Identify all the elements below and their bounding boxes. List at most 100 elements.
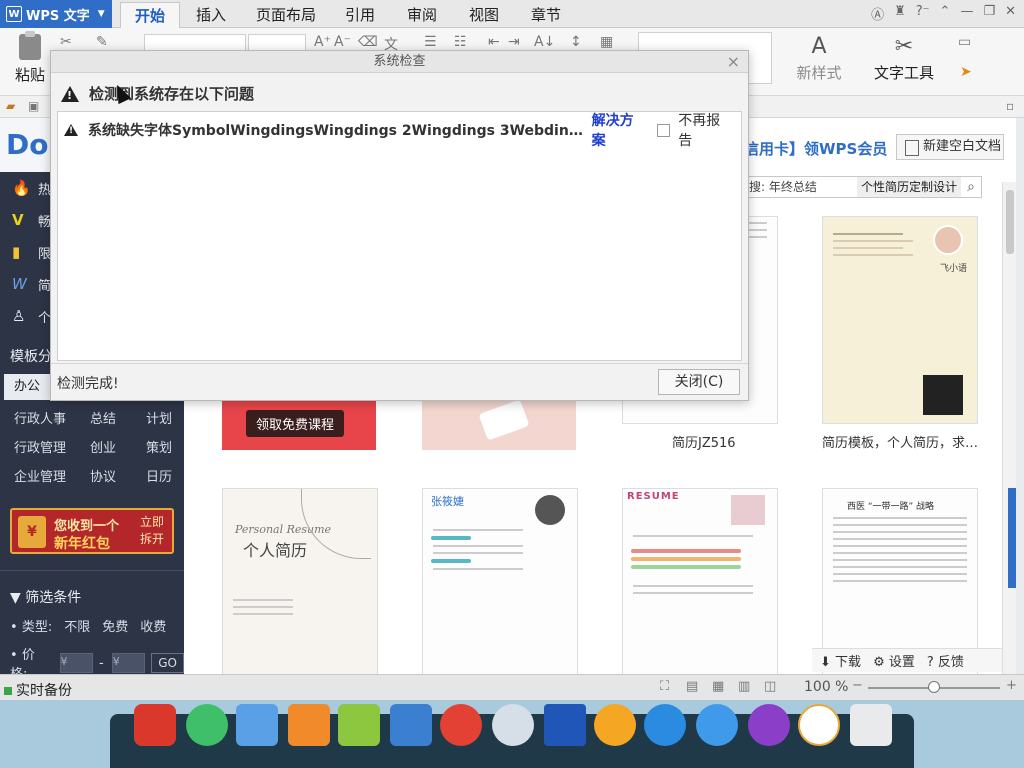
zoom-slider-knob[interactable] — [928, 681, 940, 693]
template-caption[interactable]: 简历JZ516 — [672, 432, 832, 451]
template-card-personal-resume[interactable]: Personal Resume 个人简历 — [222, 488, 378, 678]
download-button[interactable]: ⬇ 下载 — [820, 651, 861, 670]
text-tools-button[interactable]: ✂ 文字工具 — [866, 34, 942, 83]
collapse-ribbon-icon[interactable]: ⌃ — [940, 4, 951, 23]
select-pointer-icon[interactable]: ➤ — [960, 64, 972, 80]
quick-close-icon[interactable]: ▫ — [1006, 99, 1014, 113]
category-link[interactable]: 总结 — [90, 408, 146, 427]
paste-button[interactable]: 粘贴 — [8, 31, 52, 85]
template-search-input[interactable]: 搜: 年终总结 个性简历定制设计 — [744, 176, 982, 198]
reading-view-icon[interactable]: ◫ — [764, 679, 776, 694]
line-spacing-icon[interactable]: ↕ — [570, 34, 582, 50]
promo-card[interactable]: 领取免费课程 — [222, 400, 376, 450]
globe-icon[interactable] — [644, 704, 686, 746]
price-to-input[interactable]: ¥ — [111, 653, 146, 673]
feedback-button[interactable]: ? 反馈 — [927, 651, 964, 670]
cut-icon[interactable]: ✂ — [60, 34, 72, 50]
template-card-resume-photo[interactable]: 飞小语 — [822, 216, 978, 424]
template-caption[interactable]: 简历模板，个人简历，求职… — [822, 432, 982, 451]
tab-references[interactable]: 引用 — [336, 2, 384, 28]
shrink-font-icon[interactable]: A⁻ — [334, 34, 351, 50]
web-view-icon[interactable]: ▥ — [738, 679, 750, 694]
v-icon: V — [12, 211, 24, 229]
video-player-icon[interactable] — [390, 704, 432, 746]
price-from-input[interactable]: ¥ — [59, 653, 94, 673]
go-button[interactable]: GO — [151, 653, 184, 673]
clear-format-icon[interactable]: ⌫ — [358, 34, 378, 50]
tab-page-layout[interactable]: 页面布局 — [250, 2, 322, 28]
scrollbar-thumb[interactable] — [1006, 190, 1014, 254]
zoom-out-icon[interactable]: − — [852, 678, 863, 693]
bullet-list-icon[interactable]: ☰ — [424, 34, 437, 50]
new-blank-doc-button[interactable]: 新建空白文档 — [896, 134, 1004, 160]
close-icon[interactable]: × — [727, 51, 740, 73]
open-folder-icon[interactable]: ▰ — [6, 99, 15, 113]
solution-link[interactable]: 解决方案 — [592, 110, 648, 150]
restore-icon[interactable]: ❐ — [983, 4, 995, 23]
fullscreen-icon[interactable]: ⛶ — [660, 679, 669, 694]
rocket-launcher-icon[interactable] — [134, 704, 176, 746]
vip-promo-link[interactable]: 信用卡】领WPS会员 — [744, 138, 887, 159]
search-icon[interactable]: ⌕ — [960, 176, 982, 198]
gallery-scrollbar[interactable] — [1002, 182, 1016, 674]
red-envelope-banner[interactable]: ¥ 您收到一个 新年红包 立即 拆开 — [10, 508, 174, 554]
zoom-in-icon[interactable]: + — [1006, 678, 1017, 693]
tab-insert[interactable]: 插入 — [186, 2, 236, 28]
find-replace-icon[interactable]: ▭ — [958, 34, 971, 50]
close-window-icon[interactable]: ✕ — [1005, 4, 1016, 23]
indent-icon[interactable]: ⇥ — [508, 34, 520, 50]
taskbar-app-icon[interactable] — [186, 704, 228, 746]
clock-icon[interactable] — [798, 704, 840, 746]
outdent-icon[interactable]: ⇤ — [488, 34, 500, 50]
file-manager-icon[interactable] — [236, 704, 278, 746]
side-panel-handle[interactable] — [1008, 488, 1016, 588]
tab-view[interactable]: 视图 — [460, 2, 508, 28]
realtime-backup-toggle[interactable]: 实时备份 — [4, 680, 72, 700]
tab-start[interactable]: 开始 — [120, 2, 180, 28]
app-menu-button[interactable]: W WPS 文字 ▼ — [0, 0, 112, 28]
music-player-icon[interactable] — [338, 704, 380, 746]
type-option-paid[interactable]: 收费 — [140, 616, 166, 635]
app-store-icon[interactable] — [288, 704, 330, 746]
free-course-button[interactable]: 领取免费课程 — [246, 410, 345, 437]
dont-report-label[interactable]: 不再报告 — [678, 110, 734, 150]
new-style-button[interactable]: A 新样式 — [790, 34, 848, 83]
category-tab-office[interactable]: 办公 — [4, 374, 51, 400]
category-link[interactable]: 行政管理 — [14, 437, 90, 456]
chrome-browser-icon[interactable] — [440, 704, 482, 746]
category-link[interactable]: 创业 — [90, 437, 146, 456]
settings-button[interactable]: ⚙ 设置 — [873, 651, 915, 670]
minimize-icon[interactable]: — — [960, 4, 973, 23]
photo-thumbnail[interactable] — [422, 399, 576, 450]
save-icon[interactable]: ▣ — [28, 99, 39, 113]
settings-icon[interactable] — [492, 704, 534, 746]
type-option-any[interactable]: 不限 — [64, 616, 90, 635]
category-link[interactable]: 行政人事 — [14, 408, 90, 427]
wps-writer-icon[interactable] — [544, 704, 586, 746]
zoom-level[interactable]: 100 % — [804, 679, 848, 695]
skin-icon[interactable]: Ⓐ — [871, 4, 884, 23]
template-card-zhang[interactable]: 张筱婕 — [422, 488, 578, 678]
dont-report-checkbox[interactable] — [657, 123, 671, 137]
redpack-open-button[interactable]: 立即 拆开 — [140, 514, 164, 548]
outline-view-icon[interactable]: ▦ — [712, 679, 724, 694]
numbered-list-icon[interactable]: ☷ — [454, 34, 467, 50]
grow-font-icon[interactable]: A⁺ — [314, 34, 331, 50]
format-painter-icon[interactable]: ✎ — [96, 34, 108, 50]
launcher-grid-icon[interactable] — [696, 704, 738, 746]
shirt-icon[interactable]: ♜ — [894, 4, 906, 23]
help-icon[interactable]: ?⁻ — [916, 4, 930, 23]
type-option-free[interactable]: 免费 — [102, 616, 128, 635]
close-button[interactable]: 关闭(C) — [658, 369, 740, 395]
power-icon[interactable] — [748, 704, 790, 746]
table-icon[interactable]: ▦ — [600, 34, 613, 50]
text-direction-icon[interactable]: A↓ — [534, 34, 555, 50]
screenshot-icon[interactable] — [594, 704, 636, 746]
trash-icon[interactable] — [850, 704, 892, 746]
category-link[interactable]: 企业管理 — [14, 466, 90, 485]
page-view-icon[interactable]: ▤ — [686, 679, 698, 694]
tab-chapter[interactable]: 章节 — [522, 2, 570, 28]
tab-review[interactable]: 审阅 — [398, 2, 446, 28]
category-link[interactable]: 协议 — [90, 466, 146, 485]
template-card-resume-color[interactable]: RESUME — [622, 488, 778, 678]
